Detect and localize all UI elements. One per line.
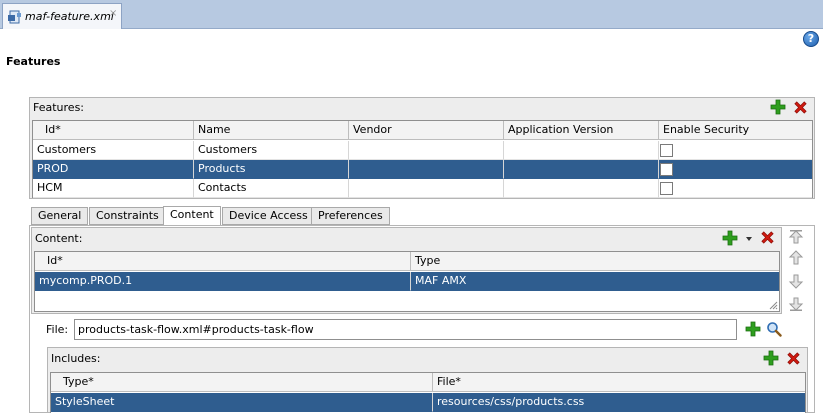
move-down-icon[interactable]	[788, 273, 804, 289]
editor-tab[interactable]: maf-feature.xml ×	[2, 3, 122, 29]
cell-type: MAF AMX	[410, 272, 779, 291]
close-tab-icon[interactable]: ×	[109, 8, 117, 19]
file-input[interactable]: products-task-flow.xml#products-task-flo…	[74, 319, 737, 340]
features-label: Features:	[33, 101, 85, 114]
features-table: Id* Name Vendor Application Version Enab…	[32, 120, 813, 198]
cell-id: mycomp.PROD.1	[35, 272, 410, 291]
search-icon[interactable]	[766, 321, 782, 337]
cell-app-version	[503, 179, 658, 198]
cell-file: resources/css/products.css	[432, 393, 805, 412]
table-row[interactable]: mycomp.PROD.1 MAF AMX	[35, 272, 779, 291]
tab-constraints[interactable]: Constraints	[89, 207, 166, 225]
table-row[interactable]: PROD Products	[33, 160, 812, 179]
column-header-application-version[interactable]: Application Version	[503, 121, 658, 140]
content-table-header: Id* Type	[35, 252, 779, 271]
editor-tab-strip: maf-feature.xml ×	[0, 0, 823, 29]
move-bottom-icon[interactable]	[788, 296, 804, 312]
cell-id: Customers	[33, 141, 193, 160]
cell-vendor	[348, 179, 503, 198]
cell-name: Customers	[193, 141, 348, 160]
cell-app-version	[503, 160, 658, 179]
cell-app-version	[503, 141, 658, 160]
column-header-id[interactable]: Id*	[41, 121, 193, 140]
features-table-header: Id* Name Vendor Application Version Enab…	[33, 121, 812, 140]
column-header-name[interactable]: Name	[193, 121, 348, 140]
column-header-id[interactable]: Id*	[43, 252, 410, 271]
cell-name: Products	[193, 160, 348, 179]
cell-enable-security	[658, 179, 812, 198]
move-top-icon[interactable]	[788, 229, 804, 245]
enable-security-checkbox[interactable]	[660, 144, 673, 157]
enable-security-checkbox[interactable]	[660, 163, 673, 176]
includes-label: Includes:	[51, 352, 101, 365]
editor-tab-title: maf-feature.xml	[25, 10, 114, 23]
cell-name: Contacts	[193, 179, 348, 198]
table-row[interactable]: Customers Customers	[33, 141, 812, 160]
column-header-vendor[interactable]: Vendor	[348, 121, 503, 140]
column-header-file[interactable]: File*	[432, 373, 805, 392]
column-header-type[interactable]: Type	[410, 252, 779, 271]
tab-device-access[interactable]: Device Access	[222, 207, 315, 225]
add-file-icon[interactable]	[745, 321, 761, 337]
cell-vendor	[348, 160, 503, 179]
xml-file-icon	[8, 10, 21, 24]
content-table: Id* Type mycomp.PROD.1 MAF AMX	[34, 251, 780, 312]
cell-id: HCM	[33, 179, 193, 198]
help-icon[interactable]: ?	[803, 31, 819, 47]
includes-table: Type* File* StyleSheet resources/css/pro…	[50, 372, 806, 413]
table-row[interactable]: HCM Contacts	[33, 179, 812, 198]
enable-security-checkbox[interactable]	[660, 182, 673, 195]
tab-content[interactable]: Content	[163, 206, 221, 226]
tab-preferences[interactable]: Preferences	[311, 207, 390, 225]
table-row[interactable]: StyleSheet resources/css/products.css	[51, 393, 805, 412]
cell-enable-security	[658, 141, 812, 160]
add-content-icon[interactable]	[722, 230, 738, 246]
chevron-down-icon[interactable]	[745, 235, 753, 243]
content-label: Content:	[35, 232, 83, 245]
add-feature-icon[interactable]	[770, 99, 786, 115]
cell-vendor	[348, 141, 503, 160]
delete-feature-icon[interactable]	[793, 100, 808, 115]
file-label: File:	[46, 323, 69, 336]
tab-general[interactable]: General	[31, 207, 89, 225]
move-up-icon[interactable]	[788, 250, 804, 266]
cell-enable-security	[658, 160, 812, 179]
page-title: Features	[6, 55, 61, 68]
cell-id: PROD	[33, 160, 193, 179]
delete-content-icon[interactable]	[760, 230, 775, 245]
resize-grip-icon[interactable]	[768, 300, 778, 310]
column-header-type[interactable]: Type*	[59, 373, 432, 392]
includes-table-header: Type* File*	[51, 373, 805, 392]
delete-include-icon[interactable]	[786, 351, 801, 366]
cell-type: StyleSheet	[51, 393, 432, 412]
add-include-icon[interactable]	[763, 350, 779, 366]
column-header-enable-security[interactable]: Enable Security	[658, 121, 812, 140]
